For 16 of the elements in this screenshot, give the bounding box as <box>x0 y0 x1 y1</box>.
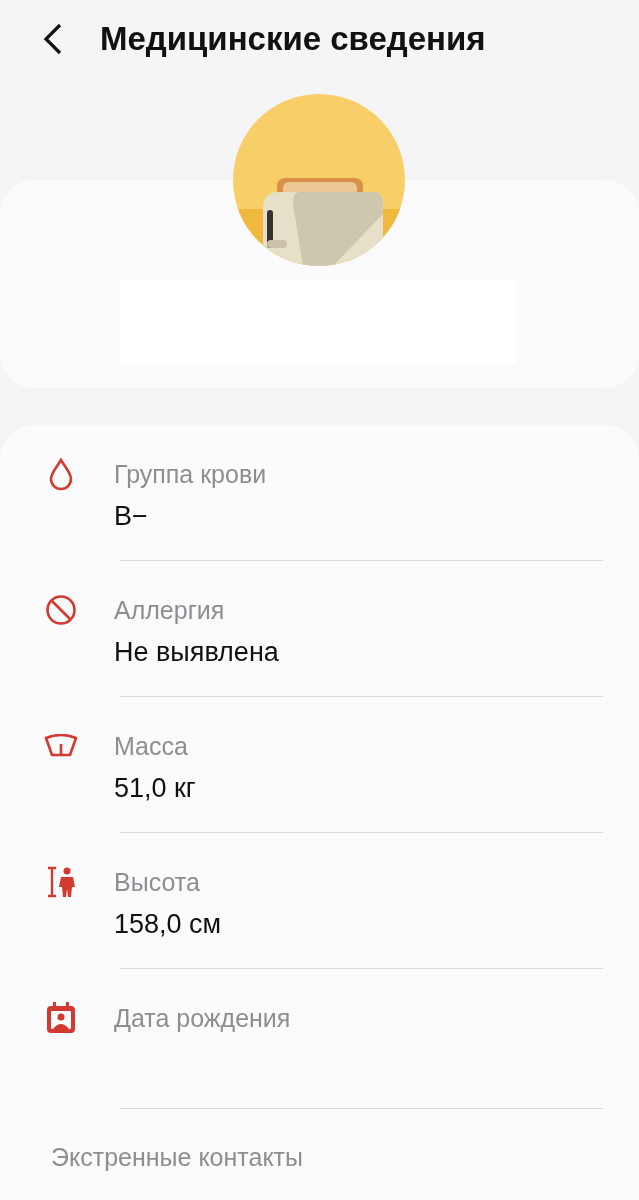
field-label: Высота <box>114 867 201 898</box>
field-value: B− <box>114 500 149 533</box>
prohibited-icon <box>45 594 77 626</box>
height-icon <box>46 866 76 898</box>
scale-icon <box>44 734 78 758</box>
field-label: Группа крови <box>114 459 268 490</box>
field-label: Дата рождения <box>114 1003 292 1034</box>
field-value: 51,0 кг <box>114 772 197 805</box>
calendar-person-icon <box>46 1002 76 1034</box>
section-heading: Экстренные контакты <box>50 1142 304 1172</box>
field-label: Аллергия <box>114 595 226 626</box>
page-title: Медицинские сведения <box>100 20 486 58</box>
field-label: Масса <box>114 731 189 762</box>
drop-icon <box>48 457 74 491</box>
field-value: Не выявлена <box>114 636 280 669</box>
field-value: 158,0 см <box>114 908 223 941</box>
